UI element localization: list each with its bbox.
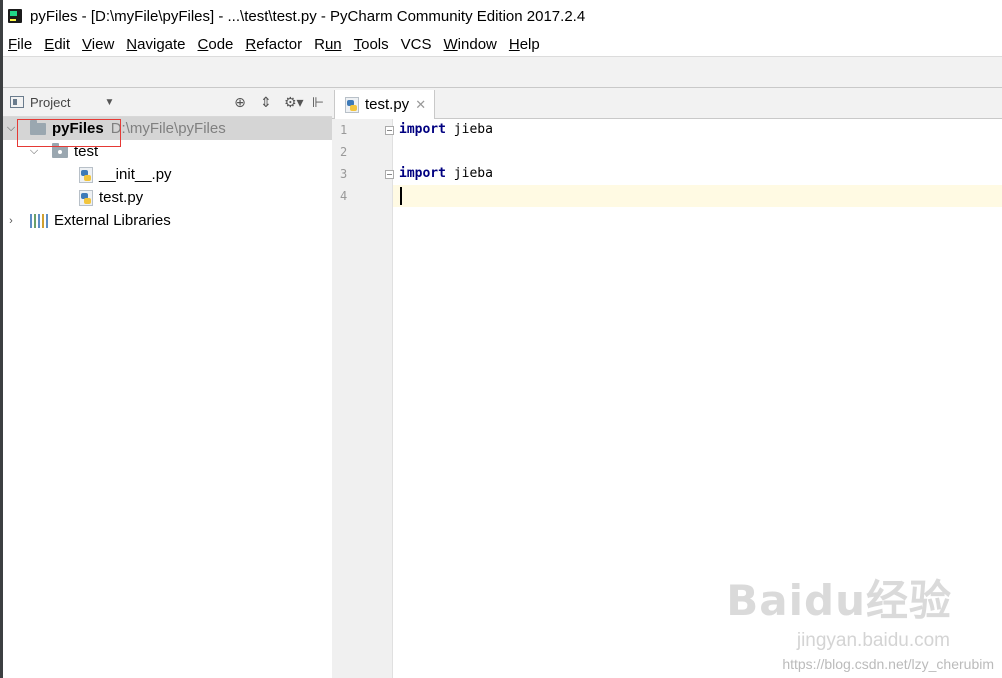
- chevron-down-icon[interactable]: ⌵: [5, 122, 17, 135]
- pycharm-window: pyFiles - [D:\myFile\pyFiles] - ...\test…: [0, 0, 1002, 678]
- python-file-icon: [79, 189, 93, 206]
- python-file-icon: [79, 166, 93, 183]
- library-icon: [30, 213, 48, 228]
- project-panel: Project ▼ ⊕ ⇕ ⚙▾ ⊩ ⌵ pyFiles D:\myFile\p…: [3, 88, 333, 678]
- menu-refactor[interactable]: Refactor: [240, 36, 309, 53]
- collapse-all-icon[interactable]: ⇕: [258, 94, 274, 111]
- tree-item-label: External Libraries: [54, 212, 171, 229]
- fold-icon[interactable]: [385, 170, 394, 179]
- toolbar: [3, 56, 1002, 88]
- line-number: 4: [340, 189, 348, 203]
- menu-run[interactable]: Run: [309, 36, 349, 53]
- line-number: 2: [340, 145, 348, 159]
- project-view-icon: [10, 96, 24, 108]
- gear-icon[interactable]: ⚙▾: [284, 94, 304, 111]
- tree-item-test-py[interactable]: test.py: [3, 186, 332, 209]
- project-tree: ⌵ pyFiles D:\myFile\pyFiles ⌵ test __ini…: [3, 117, 332, 232]
- python-file-icon: [345, 96, 359, 113]
- menu-bar: File Edit View Navigate Code Refactor Ru…: [3, 32, 1002, 56]
- code-line: import jieba: [399, 122, 493, 137]
- menu-file[interactable]: File: [3, 36, 39, 53]
- tree-item-external-libraries[interactable]: › External Libraries: [3, 209, 332, 232]
- chevron-right-icon[interactable]: ›: [5, 215, 17, 227]
- jingyan-watermark: jingyan.baidu.com: [796, 630, 950, 651]
- tree-item-root[interactable]: ⌵ pyFiles D:\myFile\pyFiles: [3, 117, 332, 140]
- pycharm-app-icon: [8, 9, 22, 23]
- tree-item-test[interactable]: ⌵ test: [3, 140, 332, 163]
- project-panel-header: Project ▼ ⊕ ⇕ ⚙▾ ⊩: [3, 88, 332, 117]
- chevron-down-icon[interactable]: ▼: [104, 97, 114, 108]
- menu-edit[interactable]: Edit: [39, 36, 77, 53]
- menu-view[interactable]: View: [77, 36, 121, 53]
- scroll-from-source-icon[interactable]: ⊕: [232, 94, 248, 111]
- fold-icon[interactable]: [385, 126, 394, 135]
- menu-navigate[interactable]: Navigate: [121, 36, 192, 53]
- code-line-current: [393, 185, 1002, 207]
- tab-label: test.py: [365, 96, 410, 113]
- menu-help[interactable]: Help: [504, 36, 547, 53]
- tree-item-label: __init__.py: [99, 166, 172, 183]
- code-line: import jieba: [399, 166, 493, 181]
- baidu-watermark: Baidu经验: [726, 576, 952, 625]
- title-bar: pyFiles - [D:\myFile\pyFiles] - ...\test…: [3, 0, 1002, 32]
- package-folder-icon: [52, 142, 68, 158]
- line-number: 3: [340, 167, 348, 181]
- text-caret: [400, 187, 402, 205]
- chevron-down-icon[interactable]: ⌵: [28, 145, 40, 158]
- line-number: 1: [340, 123, 348, 137]
- menu-tools[interactable]: Tools: [349, 36, 396, 53]
- csdn-watermark: https://blog.csdn.net/lzy_cherubim: [782, 656, 994, 672]
- root-folder-path: D:\myFile\pyFiles: [110, 120, 226, 137]
- window-title: pyFiles - [D:\myFile\pyFiles] - ...\test…: [30, 7, 586, 25]
- tab-test-py[interactable]: test.py ✕: [334, 90, 436, 119]
- menu-window[interactable]: Window: [439, 36, 504, 53]
- root-folder-name: pyFiles: [52, 120, 104, 137]
- project-panel-tools: ⊕ ⇕ ⚙▾ ⊩: [232, 88, 326, 116]
- menu-vcs[interactable]: VCS: [396, 36, 439, 53]
- menu-code[interactable]: Code: [193, 36, 241, 53]
- hide-panel-icon[interactable]: ⊩: [310, 94, 326, 111]
- tree-item-label: test.py: [99, 189, 144, 206]
- tree-item-label: test: [74, 143, 99, 160]
- close-icon[interactable]: ✕: [415, 97, 426, 113]
- tree-item-init-py[interactable]: __init__.py: [3, 163, 332, 186]
- folder-icon: [30, 119, 46, 135]
- editor-tab-bar: test.py ✕: [332, 88, 1002, 119]
- project-panel-title[interactable]: Project: [30, 95, 70, 110]
